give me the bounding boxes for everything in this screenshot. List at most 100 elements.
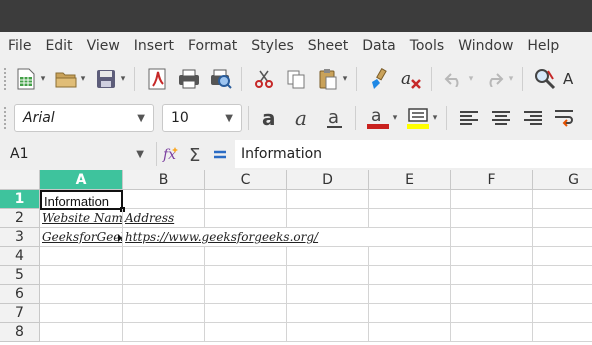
row-header-1[interactable]: 1 <box>0 190 40 209</box>
empty-cell[interactable] <box>205 304 287 323</box>
font-color-button[interactable]: a <box>364 104 392 132</box>
empty-cell[interactable] <box>40 304 123 323</box>
empty-cell[interactable] <box>533 285 592 304</box>
empty-cell[interactable] <box>287 285 369 304</box>
empty-cell[interactable] <box>451 209 533 228</box>
column-header-g[interactable]: G <box>533 170 592 190</box>
empty-cell[interactable] <box>533 209 592 228</box>
empty-cell[interactable] <box>40 266 123 285</box>
empty-cell[interactable] <box>287 266 369 285</box>
empty-cell[interactable] <box>287 190 369 209</box>
empty-cell[interactable] <box>40 323 123 342</box>
empty-cell[interactable] <box>123 247 205 266</box>
column-header-b[interactable]: B <box>123 170 205 190</box>
menu-view[interactable]: View <box>87 38 120 54</box>
empty-cell[interactable] <box>287 323 369 342</box>
empty-cell[interactable] <box>369 266 451 285</box>
formula-button[interactable] <box>209 140 231 168</box>
empty-cell[interactable] <box>451 266 533 285</box>
cell-a1[interactable]: Information <box>40 190 123 210</box>
empty-cell[interactable] <box>287 247 369 266</box>
open-button[interactable] <box>52 65 80 93</box>
column-header-c[interactable]: C <box>205 170 287 190</box>
print-button[interactable] <box>175 65 203 93</box>
menu-sheet[interactable]: Sheet <box>308 38 348 54</box>
row-header-7[interactable]: 7 <box>0 304 40 323</box>
font-name-combo[interactable]: Arial ▼ <box>14 104 154 132</box>
empty-cell[interactable] <box>369 247 451 266</box>
highlight-dropdown[interactable]: ▾ <box>430 113 440 123</box>
empty-cell[interactable] <box>451 285 533 304</box>
paste-button[interactable] <box>314 65 342 93</box>
save-button[interactable] <box>92 65 120 93</box>
print-preview-button[interactable] <box>207 65 235 93</box>
new-document-dropdown[interactable]: ▾ <box>38 74 48 84</box>
empty-cell[interactable] <box>533 190 592 209</box>
undo-dropdown[interactable]: ▾ <box>466 74 476 84</box>
empty-cell[interactable] <box>123 190 205 209</box>
column-header-d[interactable]: D <box>287 170 369 190</box>
menu-help[interactable]: Help <box>527 38 559 54</box>
font-color-dropdown[interactable]: ▾ <box>390 113 400 123</box>
spelling-button[interactable]: A <box>563 65 577 93</box>
empty-cell[interactable] <box>205 247 287 266</box>
empty-cell[interactable] <box>369 209 451 228</box>
empty-cell[interactable] <box>451 247 533 266</box>
menu-window[interactable]: Window <box>458 38 513 54</box>
empty-cell[interactable] <box>369 323 451 342</box>
menu-tools[interactable]: Tools <box>410 38 445 54</box>
row-header-6[interactable]: 6 <box>0 285 40 304</box>
menu-edit[interactable]: Edit <box>45 38 72 54</box>
empty-cell[interactable] <box>123 323 205 342</box>
empty-cell[interactable] <box>123 304 205 323</box>
cell-b3[interactable]: https://www.geeksforgeeks.org/ <box>123 228 369 247</box>
row-header-3[interactable]: 3 <box>0 228 40 247</box>
menu-format[interactable]: Format <box>188 38 237 54</box>
empty-cell[interactable] <box>533 323 592 342</box>
empty-cell[interactable] <box>369 304 451 323</box>
row-header-8[interactable]: 8 <box>0 323 40 342</box>
align-right-button[interactable] <box>519 104 547 132</box>
menu-insert[interactable]: Insert <box>134 38 174 54</box>
empty-cell[interactable] <box>451 190 533 209</box>
copy-button[interactable] <box>282 65 310 93</box>
empty-cell[interactable] <box>287 209 369 228</box>
open-dropdown[interactable]: ▾ <box>78 74 88 84</box>
wrap-text-button[interactable] <box>551 104 579 132</box>
redo-button[interactable] <box>480 65 508 93</box>
empty-cell[interactable] <box>205 285 287 304</box>
formula-input[interactable]: Information <box>235 140 592 168</box>
cell-b2[interactable]: Address <box>123 209 205 228</box>
menu-styles[interactable]: Styles <box>251 38 293 54</box>
align-center-button[interactable] <box>487 104 515 132</box>
column-header-a[interactable]: A <box>40 170 123 190</box>
column-header-f[interactable]: F <box>451 170 533 190</box>
empty-cell[interactable] <box>205 190 287 209</box>
clear-formatting-button[interactable]: a <box>397 65 425 93</box>
undo-button[interactable] <box>440 65 468 93</box>
font-size-combo[interactable]: 10 ▼ <box>162 104 242 132</box>
new-document-button[interactable] <box>12 65 40 93</box>
cut-button[interactable] <box>250 65 278 93</box>
empty-cell[interactable] <box>40 247 123 266</box>
cell-a2[interactable]: Website Name <box>40 209 123 228</box>
sum-button[interactable]: Σ <box>185 140 207 168</box>
empty-cell[interactable] <box>369 228 451 247</box>
empty-cell[interactable] <box>287 304 369 323</box>
empty-cell[interactable] <box>451 323 533 342</box>
empty-cell[interactable] <box>533 247 592 266</box>
empty-cell[interactable] <box>40 285 123 304</box>
function-wizard-button[interactable]: fx <box>161 140 183 168</box>
empty-cell[interactable] <box>533 228 592 247</box>
empty-cell[interactable] <box>369 190 451 209</box>
empty-cell[interactable] <box>123 285 205 304</box>
save-dropdown[interactable]: ▾ <box>118 74 128 84</box>
empty-cell[interactable] <box>205 209 287 228</box>
empty-cell[interactable] <box>369 285 451 304</box>
menu-file[interactable]: File <box>8 38 31 54</box>
cell-a3[interactable]: GeeksforGeeks <box>40 228 123 247</box>
menu-data[interactable]: Data <box>362 38 395 54</box>
clone-formatting-button[interactable] <box>365 65 393 93</box>
empty-cell[interactable] <box>205 323 287 342</box>
name-box[interactable]: A1 ▼ <box>4 140 152 168</box>
